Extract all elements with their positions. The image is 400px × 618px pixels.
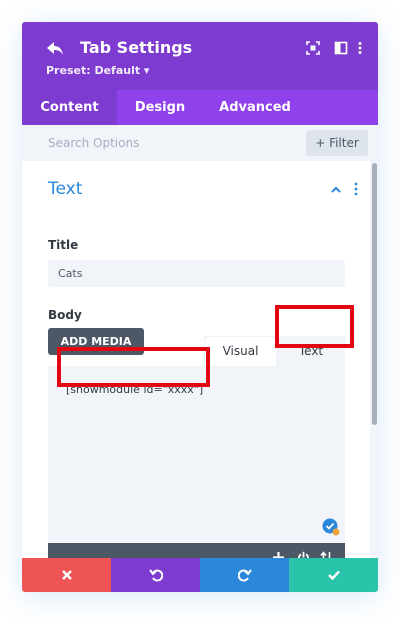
body-label: Body [48,308,82,322]
power-icon[interactable] [297,551,310,558]
search-input[interactable]: Search Options [48,136,139,150]
check-icon [328,570,340,581]
more-vertical-icon[interactable] [353,41,367,55]
search-bar: Search Options + Filter [22,125,378,161]
redo-button[interactable] [200,558,289,592]
filter-button[interactable]: + Filter [306,130,368,156]
focus-icon[interactable] [306,41,320,55]
grammar-check-icon[interactable] [322,518,340,536]
panel-title: Tab Settings [80,38,193,57]
panel-header: Tab Settings Preset: Default ▾ [22,22,378,90]
shortcode-highlight [57,347,210,387]
save-button[interactable] [289,558,378,592]
title-input[interactable]: Cats [48,260,345,287]
title-input-value: Cats [58,267,83,280]
tab-advanced[interactable]: Advanced [203,90,307,125]
discard-button[interactable] [22,558,111,592]
visual-tab[interactable]: Visual [204,336,277,366]
tab-design[interactable]: Design [117,90,203,125]
title-label: Title [48,238,79,252]
redo-icon [238,569,252,582]
text-tab-highlight [275,305,354,348]
sort-arrows-icon[interactable] [320,551,333,558]
action-footer [22,558,378,592]
tab-content[interactable]: Content [22,90,117,125]
undo-icon [149,569,163,582]
x-icon [62,570,72,580]
preset-dropdown[interactable]: Preset: Default ▾ [46,64,149,77]
scrollbar-thumb[interactable] [372,163,377,425]
split-view-icon[interactable] [334,41,348,55]
section-title[interactable]: Text [48,179,82,199]
chevron-up-icon[interactable] [330,184,342,196]
section-more-icon[interactable] [353,182,359,196]
undo-button[interactable] [111,558,200,592]
plus-icon[interactable] [272,551,285,558]
back-arrow-icon[interactable] [46,41,64,57]
tab-bar: Content Design Advanced [22,90,378,125]
